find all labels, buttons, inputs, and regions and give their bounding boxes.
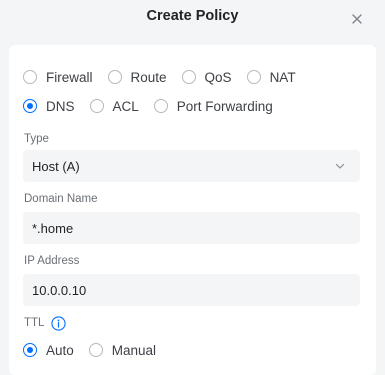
ttl-option-auto[interactable]: Auto xyxy=(23,343,74,358)
ip-address-input[interactable]: 10.0.0.10 xyxy=(23,274,360,306)
policy-type-firewall[interactable]: Firewall xyxy=(23,70,93,85)
ttl-option-label: Auto xyxy=(46,342,74,358)
policy-type-label: Firewall xyxy=(46,69,93,85)
policy-type-nat[interactable]: NAT xyxy=(246,69,296,85)
domain-name-label: Domain Name xyxy=(24,193,98,205)
radio-circle[interactable] xyxy=(89,99,104,113)
ip-address-value: 10.0.0.10 xyxy=(32,282,87,298)
policy-type-row-2: DNS ACL Port Forwarding xyxy=(23,96,288,116)
policy-type-label: Port Forwarding xyxy=(176,98,273,114)
radio-circle[interactable] xyxy=(23,70,37,84)
ttl-option-manual[interactable]: Manual xyxy=(88,342,157,358)
policy-type-dns[interactable]: DNS xyxy=(23,99,75,114)
radio-circle-selected[interactable] xyxy=(23,99,37,113)
dialog-header: Create Policy xyxy=(0,0,385,40)
radio-circle[interactable] xyxy=(153,99,168,113)
chevron-down-icon xyxy=(335,163,345,169)
radio-circle[interactable] xyxy=(181,70,196,84)
policy-type-label: QoS xyxy=(204,69,232,85)
policy-type-route[interactable]: Route xyxy=(107,69,167,85)
radio-circle[interactable] xyxy=(88,343,103,357)
policy-type-label: Route xyxy=(130,69,167,85)
type-select-value: Host (A) xyxy=(32,158,80,174)
radio-circle[interactable] xyxy=(246,70,261,84)
policy-type-label: ACL xyxy=(112,98,139,114)
ttl-label: TTL xyxy=(24,317,45,329)
info-icon[interactable] xyxy=(51,316,66,331)
policy-type-qos[interactable]: QoS xyxy=(181,69,232,85)
policy-type-acl[interactable]: ACL xyxy=(89,98,139,114)
policy-type-row-1: Firewall Route QoS NAT xyxy=(23,67,311,87)
domain-name-value: *.home xyxy=(32,220,74,236)
ip-address-label: IP Address xyxy=(24,255,80,267)
domain-name-input[interactable]: *.home xyxy=(23,212,360,244)
ttl-option-label: Manual xyxy=(111,342,157,358)
ttl-radio-group: Auto Manual xyxy=(23,340,171,360)
policy-type-label: NAT xyxy=(269,69,296,85)
type-label: Type xyxy=(24,133,49,145)
dialog-title: Create Policy xyxy=(146,8,239,24)
policy-type-label: DNS xyxy=(46,98,75,114)
policy-type-port-forwarding[interactable]: Port Forwarding xyxy=(153,98,273,114)
type-select[interactable]: Host (A) xyxy=(23,150,360,182)
radio-circle[interactable] xyxy=(107,70,122,84)
radio-circle-selected[interactable] xyxy=(23,343,37,357)
create-policy-dialog: Create Policy Firewall Route QoS NAT DNS xyxy=(0,0,385,375)
close-icon[interactable] xyxy=(349,11,365,27)
